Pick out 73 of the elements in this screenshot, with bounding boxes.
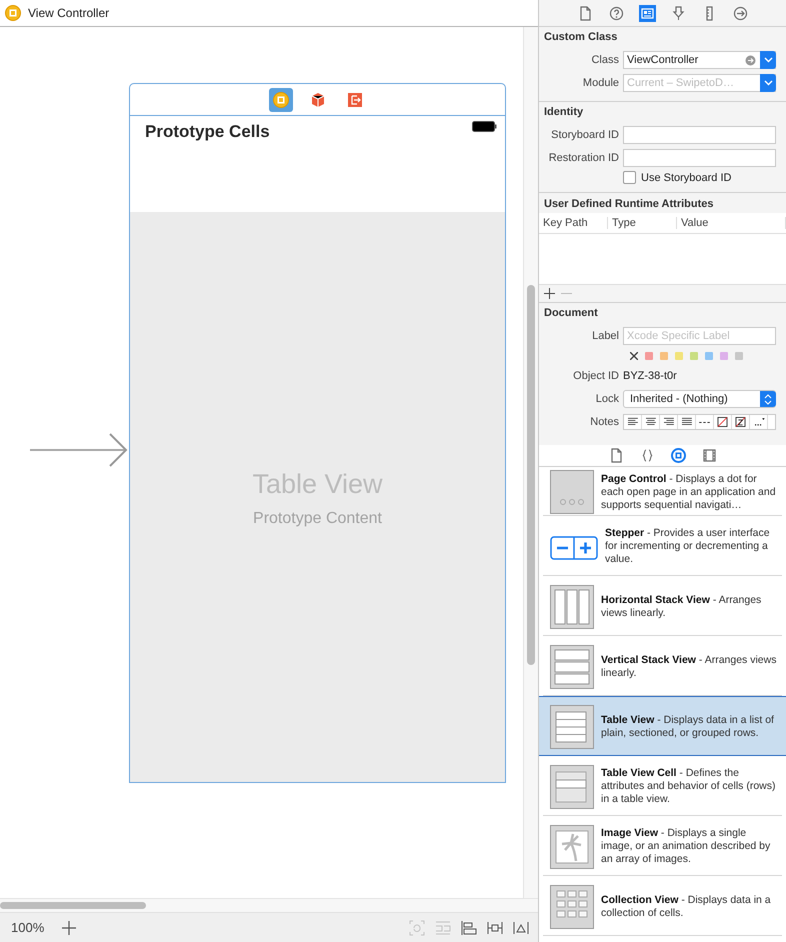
color-swatch[interactable] [690,352,698,360]
library-item[interactable]: Horizontal Stack View - Arranges views linearly. [543,576,782,636]
editor-title: View Controller [28,6,110,20]
library-item[interactable]: Vertical Stack View - Arranges views linearly. [543,636,782,696]
view-controller-icon[interactable] [268,88,292,112]
color-swatch[interactable] [705,352,713,360]
item-description: Table View Cell - Defines the attributes and behavior of cells (rows) in a table view. [601,767,776,806]
color-swatch[interactable] [735,352,743,360]
color-swatch[interactable] [645,352,653,360]
checkbox[interactable] [623,171,636,184]
field-label: Notes [589,416,619,428]
item-description: Horizontal Stack View - Arranges views linearly. [601,594,762,620]
vertical-scrollbar-thumb[interactable] [527,285,535,665]
color-swatch[interactable] [675,352,683,360]
zoom-level: 100% [11,920,44,935]
page-control-icon [550,470,594,514]
plus-icon[interactable] [62,920,76,934]
field-label: Class [590,54,619,66]
object-id-value: BYZ-38-t0r [623,370,677,382]
item-description: Vertical Stack View - Arranges views linearly. [601,654,778,680]
section-heading: Custom Class [544,31,618,43]
dash-format-icon[interactable] [696,415,714,429]
field-label: Object ID [572,370,619,382]
section-heading: User Defined Runtime Attributes [543,197,715,212]
storyboard-id-field[interactable] [623,126,776,144]
field-label: Module [582,77,619,89]
field-label: Lock [594,393,619,405]
navigation-title: Prototype Cells [145,122,270,142]
vstack-icon [550,644,594,688]
library-item[interactable]: Image View - Displays a single image, or an animation described by an array of images. [543,816,782,876]
item-description: Stepper - Provides a user interface for incrementing or decrementing a value. [605,527,771,566]
battery-icon [472,121,497,132]
section-heading: Identity [544,106,584,118]
help-inspector-tab[interactable] [608,4,624,22]
library-item[interactable]: Stepper - Provides a user interface for incrementing or decrementing a value. [543,516,782,576]
prototype-content-label: Prototype Content [253,510,382,528]
hstack-icon [550,584,594,628]
connections-inspector-tab[interactable] [732,4,748,22]
checkbox-label: Use Storyboard ID [641,172,732,184]
lock-popup-button[interactable]: Inherited - (Nothing) [623,390,776,408]
column-header[interactable]: Value [677,217,786,229]
library-item[interactable]: Table View Cell - Defines the attributes and behavior of cells (rows) in a table view. [543,756,782,816]
identity-inspector-tab[interactable] [638,4,656,22]
restoration-id-field[interactable] [623,149,776,167]
column-header[interactable]: Type [608,217,677,229]
item-description: Collection View - Displays data in a collection of cells. [601,894,772,920]
color-swatch[interactable] [720,352,728,360]
table-cell-icon [550,764,594,808]
image-icon [550,824,594,868]
object-library-tab[interactable] [670,447,686,464]
clear-color-icon[interactable] [630,352,638,360]
color-swatch[interactable] [660,352,668,360]
item-description: Page Control - Displays a dot for each open page in an application and supports sequential navigati… [601,472,777,512]
view-controller-icon [3,3,23,23]
library-item[interactable]: Table View - Displays data in a list of plain, sectioned, or grouped rows. [539,696,786,756]
section-heading: Document [544,307,599,319]
align-icon[interactable] [460,918,478,936]
item-description: Table View - Displays data in a list of plain, sectioned, or grouped rows. [601,714,775,740]
label-field[interactable]: Xcode Specific Label [623,327,776,345]
stepper-arrows-icon [764,394,772,404]
horizontal-scrollbar-thumb[interactable] [0,902,146,909]
table-icon [550,704,594,748]
collection-icon [550,884,594,928]
add-icon[interactable] [544,288,555,299]
column-header[interactable]: Key Path [539,217,608,229]
class-combo-box[interactable]: ViewController [623,51,776,69]
media-library-tab[interactable] [700,447,718,464]
library-item[interactable]: Collection View - Displays data in a collection of cells. [543,876,782,936]
field-label: Label [591,330,619,342]
item-description: Image View - Displays a single image, or an animation described by an array of images. [601,827,772,866]
field-label: Restoration ID [548,152,619,164]
field-label: Storyboard ID [550,129,619,141]
library-item[interactable]: Page Control - Displays a dot for each open page in an application and supports sequential navigati… [543,467,782,516]
